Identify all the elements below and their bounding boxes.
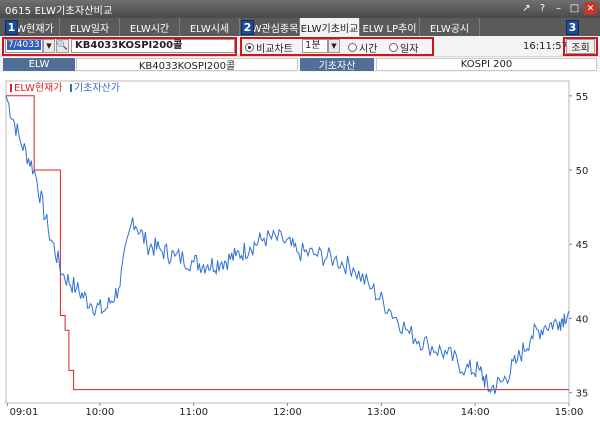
interval-select[interactable]: 1분	[302, 39, 328, 53]
chart-area: 09:01 10:00 11:00 12:00 13:00 14:00 15:00 35 40 4…	[0, 76, 600, 426]
tab-elw-disclosure[interactable]: ELW공시	[420, 18, 480, 36]
legend-label: 기초자산가	[74, 82, 120, 94]
tab-bar: ELW현재가 ELW일자 ELW시간 ELW시세 ELW관심종목 ELW기초비교…	[0, 18, 600, 36]
legend-label: ELW현재가	[14, 82, 62, 94]
x-tick-label: 11:00	[179, 407, 208, 418]
x-tick-label: 14:00	[461, 407, 490, 418]
code-dropdown-button[interactable]: ▼	[43, 39, 55, 53]
elw-label: ELW	[3, 58, 75, 71]
tab-elw-daily[interactable]: ELW일자	[60, 18, 120, 36]
radio-compare-label: 비교차트	[256, 44, 293, 55]
code-value: 7/4033	[7, 40, 41, 50]
radio-date[interactable]: 일자	[389, 40, 418, 55]
maximize-icon[interactable]: □	[568, 2, 581, 15]
badge-2: 2	[241, 20, 254, 35]
radio-time[interactable]: 시간	[348, 40, 377, 55]
query-button[interactable]: 조회	[566, 39, 595, 54]
title-bar: 0615 ELW기초자산비교 ↗ ? – □ ✕	[0, 0, 600, 18]
info-row: ELW KB4033KOSPI200콜 기초자산 KOSPI 200	[0, 57, 600, 72]
minimize-icon[interactable]: –	[552, 2, 565, 15]
code-input[interactable]: 7/4033	[5, 39, 43, 53]
x-tick-label: 09:01	[10, 407, 39, 418]
legend-swatch	[70, 84, 72, 92]
plot-frame	[5, 80, 570, 404]
y-tick-label: 35	[576, 389, 589, 400]
comparison-chart: 09:01 10:00 11:00 12:00 13:00 14:00 15:00 35 40 4…	[5, 80, 589, 418]
radio-dot	[389, 43, 398, 52]
tab-elw-quote[interactable]: ELW시세	[180, 18, 240, 36]
badge-3: 3	[566, 20, 579, 35]
y-tick-label: 50	[576, 166, 589, 177]
legend-swatch	[10, 84, 12, 92]
name-input[interactable]: KB4033KOSPI200콜	[71, 39, 235, 53]
x-tick-label: 15:00	[555, 407, 584, 418]
tab-elw-lp-trend[interactable]: ELW LP추이	[360, 18, 420, 36]
base-asset-value: KOSPI 200	[376, 58, 597, 71]
interval-dropdown-button[interactable]: ▼	[328, 39, 340, 53]
tab-elw-time[interactable]: ELW시간	[120, 18, 180, 36]
clock: 16:11:57	[523, 41, 568, 52]
y-tick-label: 45	[576, 240, 589, 251]
x-tick-label: 13:00	[367, 407, 396, 418]
y-tick-label: 40	[576, 314, 589, 325]
close-icon[interactable]: ✕	[584, 2, 597, 15]
tab-elw-base-compare[interactable]: ELW기초비교	[300, 18, 360, 36]
base-asset-label: 기초자산	[300, 58, 374, 72]
radio-dot	[348, 43, 357, 52]
window-title: 0615 ELW기초자산비교	[5, 5, 113, 17]
radio-date-label: 일자	[400, 44, 419, 55]
elw-value: KB4033KOSPI200콜	[76, 58, 298, 72]
x-tick-label: 12:00	[273, 407, 302, 418]
radio-compare-chart[interactable]: 비교차트	[245, 40, 293, 55]
radio-dot-selected	[245, 43, 254, 52]
search-icon[interactable]: 🔍	[56, 39, 69, 53]
link-icon[interactable]: ↗	[520, 2, 533, 15]
toolbar: 7/4033 ▼ 🔍 KB4033KOSPI200콜 비교차트 1분 ▼ 시간 …	[0, 36, 600, 57]
help-icon[interactable]: ?	[536, 2, 549, 15]
y-tick-label: 55	[576, 92, 589, 103]
badge-1: 1	[5, 20, 18, 35]
x-tick-label: 10:00	[85, 407, 114, 418]
radio-time-label: 시간	[359, 44, 378, 55]
